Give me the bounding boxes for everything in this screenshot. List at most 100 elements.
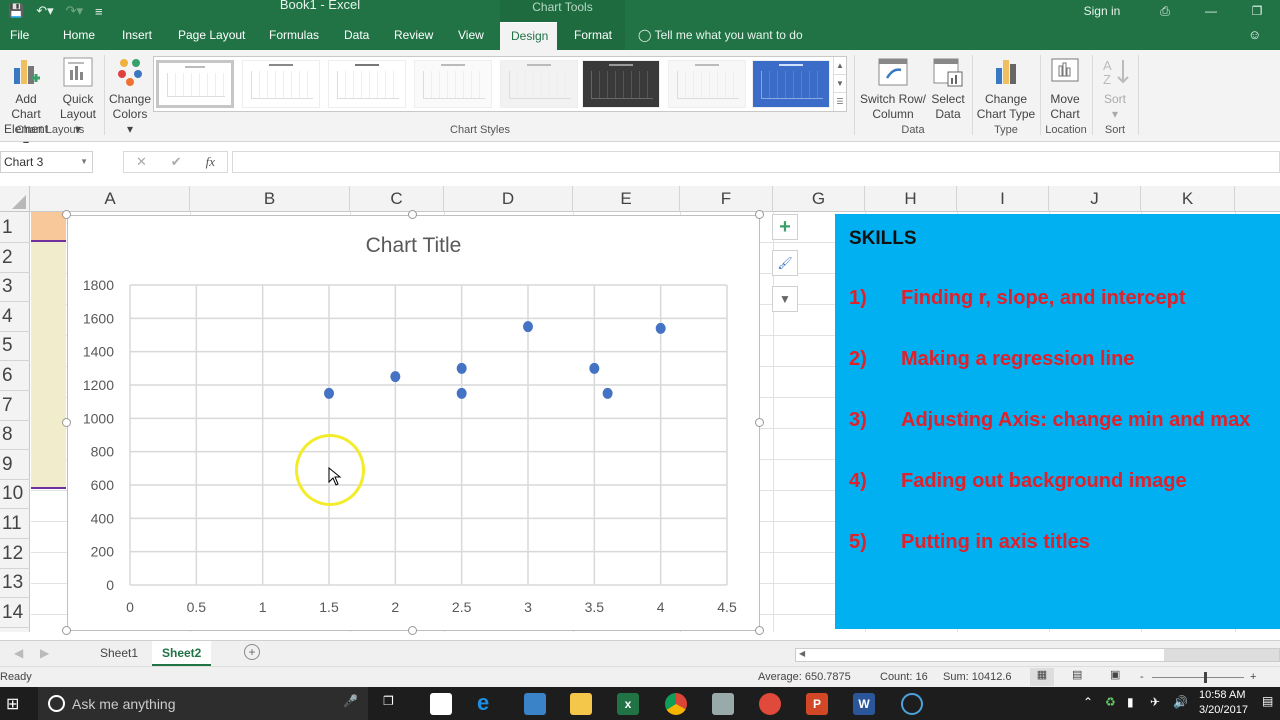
- chart-style-1[interactable]: [156, 60, 234, 108]
- scrollbar-track[interactable]: [1164, 649, 1279, 661]
- row-header-14[interactable]: 14: [0, 597, 30, 628]
- gallery-scroll-up-icon[interactable]: ▲: [834, 57, 846, 75]
- chart-style-5[interactable]: [500, 60, 578, 108]
- column-header-c[interactable]: C: [350, 186, 444, 212]
- cancel-icon[interactable]: ✕: [136, 154, 147, 170]
- cell-range-a2-a9[interactable]: [31, 242, 66, 488]
- chart-style-6[interactable]: [582, 60, 660, 108]
- airplane-mode-icon[interactable]: ✈: [1150, 695, 1160, 709]
- cortana-search-box[interactable]: Ask me anything 🎤: [38, 687, 368, 720]
- mail-icon[interactable]: [759, 693, 781, 715]
- column-header-b[interactable]: B: [190, 186, 350, 212]
- cell-a1[interactable]: [31, 212, 66, 240]
- page-layout-view-icon[interactable]: ▤: [1072, 668, 1082, 681]
- chart-styles-brush-icon[interactable]: 🖌: [772, 250, 798, 276]
- microphone-icon[interactable]: 🎤: [343, 694, 358, 708]
- resize-handle-bottom-left[interactable]: [62, 626, 71, 635]
- new-sheet-icon[interactable]: +: [244, 644, 260, 660]
- chart-filter-icon[interactable]: ▼: [772, 286, 798, 312]
- tab-design[interactable]: Design: [500, 22, 557, 50]
- zoom-slider-thumb[interactable]: [1204, 672, 1207, 683]
- tell-me-search[interactable]: ◯ Tell me what you want to do: [638, 22, 803, 50]
- column-header-f[interactable]: F: [680, 186, 773, 212]
- column-header-a[interactable]: A: [31, 186, 190, 212]
- action-center-icon[interactable]: ▤: [1262, 694, 1273, 708]
- snipping-tool-icon[interactable]: [712, 693, 734, 715]
- tab-review[interactable]: Review: [386, 22, 441, 50]
- chart-style-2[interactable]: [242, 60, 320, 108]
- tab-page-layout[interactable]: Page Layout: [170, 22, 253, 50]
- store-icon[interactable]: [430, 693, 452, 715]
- powerpoint-icon[interactable]: P: [806, 693, 828, 715]
- resize-handle-top-left[interactable]: [62, 210, 71, 219]
- tab-insert[interactable]: Insert: [114, 22, 160, 50]
- tab-formulas[interactable]: Formulas: [261, 22, 327, 50]
- enter-icon[interactable]: ✔: [171, 154, 182, 170]
- tab-file[interactable]: File: [2, 22, 37, 50]
- gallery-more-icon[interactable]: ☰: [834, 93, 846, 111]
- record-app-icon[interactable]: [901, 693, 923, 715]
- column-header-h[interactable]: H: [865, 186, 957, 212]
- switch-row-column-button[interactable]: Switch Row/Column: [858, 56, 928, 122]
- formula-input[interactable]: [232, 151, 1280, 173]
- tab-home[interactable]: Home: [55, 22, 103, 50]
- network-sync-icon[interactable]: ♻: [1105, 695, 1116, 709]
- battery-icon[interactable]: ▮: [1127, 695, 1134, 709]
- normal-view-icon[interactable]: ▦: [1030, 668, 1054, 686]
- zoom-out-button[interactable]: -: [1140, 671, 1144, 683]
- page-break-view-icon[interactable]: ▣: [1110, 668, 1120, 681]
- row-header-9[interactable]: 9: [0, 449, 30, 480]
- desktop-app-icon[interactable]: [524, 693, 546, 715]
- scroll-left-arrow-icon[interactable]: ◀: [799, 649, 805, 658]
- change-colors-button[interactable]: Change Colors ▾: [108, 56, 152, 137]
- scatter-chart[interactable]: Chart Title 0 0.5 1 1.5 2 2.5 3 3.5 4 4.5 0 200 400 6…: [67, 215, 760, 631]
- sign-in-link[interactable]: Sign in: [1062, 4, 1142, 18]
- zoom-slider[interactable]: [1152, 677, 1244, 678]
- move-chart-button[interactable]: Move Chart: [1043, 56, 1087, 122]
- resize-handle-top-right[interactable]: [755, 210, 764, 219]
- word-icon[interactable]: W: [853, 693, 875, 715]
- minimize-icon[interactable]: —: [1188, 4, 1234, 18]
- column-header-k[interactable]: K: [1141, 186, 1235, 212]
- resize-handle-bottom[interactable]: [408, 626, 417, 635]
- row-header-3[interactable]: 3: [0, 271, 30, 303]
- tab-format[interactable]: Format: [557, 22, 625, 50]
- ribbon-display-icon[interactable]: ⎙: [1142, 4, 1188, 19]
- row-header-13[interactable]: 13: [0, 567, 30, 599]
- select-data-button[interactable]: Select Data: [928, 56, 968, 122]
- tab-data[interactable]: Data: [336, 22, 377, 50]
- column-header-e[interactable]: E: [573, 186, 680, 212]
- clock-date[interactable]: 3/20/2017: [1199, 704, 1248, 716]
- column-header-d[interactable]: D: [444, 186, 573, 212]
- sheet-tab-sheet2[interactable]: Sheet2: [152, 641, 212, 666]
- clock-time[interactable]: 10:58 AM: [1199, 689, 1245, 701]
- add-chart-element-button[interactable]: Add ChartElement ▾: [0, 56, 52, 152]
- resize-handle-right[interactable]: [755, 418, 764, 427]
- chart-style-7[interactable]: [668, 60, 746, 108]
- name-box[interactable]: Chart 3 ▼: [0, 151, 93, 173]
- sheet-scroll-right-icon[interactable]: ▶: [40, 646, 49, 660]
- chart-elements-plus-icon[interactable]: +: [772, 214, 798, 240]
- resize-handle-left[interactable]: [62, 418, 71, 427]
- tab-view[interactable]: View: [450, 22, 492, 50]
- skills-text-box[interactable]: SKILLS 1) Finding r, slope, and intercept…: [835, 214, 1280, 629]
- horizontal-scrollbar[interactable]: ◀: [795, 648, 1280, 662]
- insert-function-icon[interactable]: fx: [206, 154, 215, 170]
- select-all-button[interactable]: [0, 186, 30, 212]
- row-header-8[interactable]: 8: [0, 419, 30, 451]
- sheet-scroll-left-icon[interactable]: ◀: [14, 646, 23, 660]
- zoom-in-button[interactable]: +: [1250, 671, 1256, 683]
- sheet-tab-sheet1[interactable]: Sheet1: [90, 641, 148, 666]
- restore-icon[interactable]: ❐: [1234, 4, 1280, 18]
- gallery-scroll-down-icon[interactable]: ▼: [834, 75, 846, 93]
- column-header-i[interactable]: I: [957, 186, 1049, 212]
- volume-icon[interactable]: 🔊: [1173, 695, 1188, 709]
- resize-handle-top[interactable]: [408, 210, 417, 219]
- windows-start-icon[interactable]: ⊞: [6, 694, 19, 714]
- resize-handle-bottom-right[interactable]: [755, 626, 764, 635]
- file-explorer-icon[interactable]: [570, 693, 592, 715]
- row-header-1[interactable]: 1: [0, 212, 30, 243]
- row-header-4[interactable]: 4: [0, 301, 30, 332]
- excel-taskbar-icon[interactable]: x: [617, 693, 639, 715]
- edge-icon[interactable]: e: [477, 692, 499, 715]
